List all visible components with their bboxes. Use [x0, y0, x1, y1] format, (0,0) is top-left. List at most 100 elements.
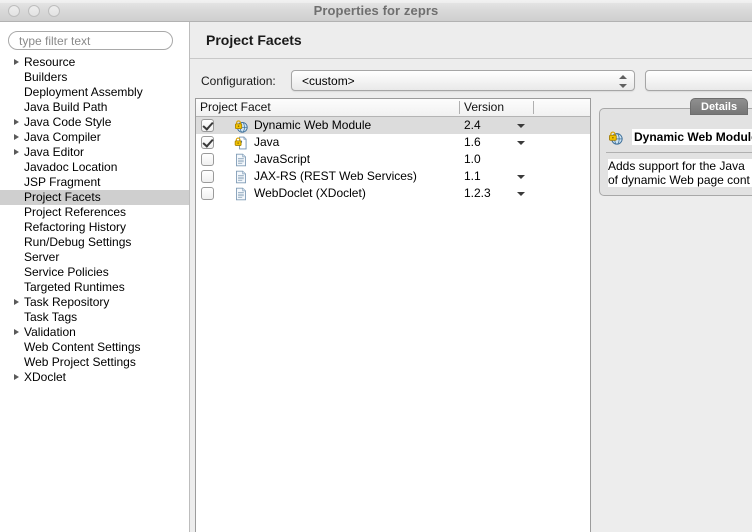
facet-checkbox[interactable] — [201, 136, 214, 149]
details-title-row: Dynamic Web Module — [608, 129, 752, 147]
settings-sidebar: ResourceBuildersDeployment AssemblyJava … — [0, 22, 190, 532]
sidebar-item-targeted-runtimes[interactable]: Targeted Runtimes — [0, 280, 189, 295]
document-icon — [234, 153, 248, 167]
chevron-right-icon[interactable] — [14, 59, 19, 65]
facet-checkbox[interactable] — [201, 170, 214, 183]
sidebar-item-label: Refactoring History — [24, 220, 127, 234]
facet-name: Dynamic Web Module — [254, 118, 372, 132]
details-description: Adds support for the Java of dynamic Web… — [608, 159, 752, 187]
sidebar-item-label: Project References — [24, 205, 127, 219]
sidebar-item-task-tags[interactable]: Task Tags — [0, 310, 189, 325]
sidebar-item-xdoclet[interactable]: XDoclet — [0, 370, 189, 385]
table-header: Project Facet Version — [196, 99, 590, 117]
configuration-value: <custom> — [302, 74, 355, 88]
chevron-right-icon[interactable] — [14, 374, 19, 380]
facet-version: 1.0 — [464, 152, 481, 166]
sidebar-item-label: Service Policies — [24, 265, 109, 279]
facet-checkbox[interactable] — [201, 119, 214, 132]
sidebar-item-server[interactable]: Server — [0, 250, 189, 265]
sidebar-item-project-references[interactable]: Project References — [0, 205, 189, 220]
sidebar-item-label: Deployment Assembly — [24, 85, 143, 99]
configuration-select[interactable]: <custom> — [291, 70, 635, 91]
chevron-right-icon[interactable] — [14, 119, 19, 125]
chevron-updown-icon — [619, 75, 628, 88]
column-header-version[interactable]: Version — [464, 100, 504, 114]
facet-name: JavaScript — [254, 152, 311, 166]
column-divider[interactable] — [533, 101, 534, 114]
sidebar-item-java-build-path[interactable]: Java Build Path — [0, 100, 189, 115]
sidebar-item-resource[interactable]: Resource — [0, 55, 189, 70]
configuration-save-button[interactable] — [645, 70, 752, 91]
facet-checkbox[interactable] — [201, 187, 214, 200]
facet-version: 1.1 — [464, 169, 481, 183]
sidebar-item-label: Task Tags — [24, 310, 78, 324]
facet-checkbox[interactable] — [201, 153, 214, 166]
sidebar-item-label: Project Facets — [24, 190, 101, 204]
sidebar-item-label: Targeted Runtimes — [24, 280, 125, 294]
sidebar-item-label: Java Compiler — [24, 130, 101, 144]
sidebar-item-label: Java Build Path — [24, 100, 108, 114]
facet-name: Java — [254, 135, 280, 149]
sidebar-item-validation[interactable]: Validation — [0, 325, 189, 340]
chevron-down-icon[interactable] — [517, 141, 525, 145]
chevron-down-icon[interactable] — [517, 124, 525, 128]
sidebar-item-refactoring-history[interactable]: Refactoring History — [0, 220, 189, 235]
details-panel: Dynamic Web Module Adds support for the … — [599, 108, 752, 196]
facet-version: 1.2.3 — [464, 186, 491, 200]
sidebar-item-label: Java Code Style — [24, 115, 112, 129]
sidebar-item-jsp-fragment[interactable]: JSP Fragment — [0, 175, 189, 190]
project-facets-table: Project Facet Version Dynamic Web Module 2… — [195, 98, 591, 532]
sidebar-item-label: Server — [24, 250, 60, 264]
table-row[interactable]: WebDoclet (XDoclet) 1.2.3 — [196, 185, 590, 202]
sidebar-item-java-compiler[interactable]: Java Compiler — [0, 130, 189, 145]
sidebar-item-javadoc-location[interactable]: Javadoc Location — [0, 160, 189, 175]
sidebar-item-label: Task Repository — [24, 295, 110, 309]
filter-input[interactable] — [8, 31, 173, 50]
sidebar-item-java-editor[interactable]: Java Editor — [0, 145, 189, 160]
window-title: Properties for zeprs — [313, 3, 439, 18]
sidebar-item-label: Run/Debug Settings — [24, 235, 132, 249]
sidebar-item-java-code-style[interactable]: Java Code Style — [0, 115, 189, 130]
document-icon — [234, 170, 248, 184]
configuration-row: Configuration: <custom> — [190, 70, 752, 94]
column-divider[interactable] — [459, 101, 460, 114]
title-separator — [190, 58, 752, 59]
facet-name: JAX-RS (REST Web Services) — [254, 169, 417, 183]
sidebar-item-project-facets[interactable]: Project Facets — [0, 190, 189, 205]
chevron-down-icon[interactable] — [517, 175, 525, 179]
sidebar-item-deployment-assembly[interactable]: Deployment Assembly — [0, 85, 189, 100]
sidebar-item-service-policies[interactable]: Service Policies — [0, 265, 189, 280]
details-description-line-2: of dynamic Web page cont — [608, 173, 750, 187]
chevron-right-icon[interactable] — [14, 329, 19, 335]
chevron-down-icon[interactable] — [517, 192, 525, 196]
table-body: Dynamic Web Module 2.4 Java 1.6 JavaScript 1.… — [196, 117, 590, 202]
page-title: Project Facets — [206, 32, 302, 48]
configuration-label: Configuration: — [201, 74, 276, 88]
details-separator — [606, 152, 752, 153]
main-content: Project Facets Configuration: <custom> P… — [190, 22, 752, 532]
table-row[interactable]: Dynamic Web Module 2.4 — [196, 117, 590, 134]
chevron-right-icon[interactable] — [14, 299, 19, 305]
sidebar-item-label: Javadoc Location — [24, 160, 118, 174]
chevron-right-icon[interactable] — [14, 134, 19, 140]
table-row[interactable]: Java 1.6 — [196, 134, 590, 151]
java-facet-icon — [234, 136, 248, 150]
sidebar-item-web-content-settings[interactable]: Web Content Settings — [0, 340, 189, 355]
facet-name: WebDoclet (XDoclet) — [254, 186, 366, 200]
table-row[interactable]: JavaScript 1.0 — [196, 151, 590, 168]
settings-tree: Resource Builders Deployment Assembly Java … — [0, 55, 189, 385]
sidebar-item-label: Web Content Settings — [24, 340, 141, 354]
sidebar-item-run-debug-settings[interactable]: Run/Debug Settings — [0, 235, 189, 250]
sidebar-item-task-repository[interactable]: Task Repository — [0, 295, 189, 310]
column-header-project-facet[interactable]: Project Facet — [200, 100, 271, 114]
table-row[interactable]: JAX-RS (REST Web Services) 1.1 — [196, 168, 590, 185]
chevron-right-icon[interactable] — [14, 149, 19, 155]
sidebar-item-label: Resource — [24, 55, 76, 69]
details-title: Dynamic Web Module — [632, 129, 752, 145]
details-description-line-1: Adds support for the Java — [608, 159, 745, 173]
sidebar-item-label: XDoclet — [24, 370, 67, 384]
sidebar-item-web-project-settings[interactable]: Web Project Settings — [0, 355, 189, 370]
title-bar: Properties for zeprs — [0, 0, 752, 22]
sidebar-item-builders[interactable]: Builders — [0, 70, 189, 85]
details-tab[interactable]: Details — [690, 98, 749, 115]
